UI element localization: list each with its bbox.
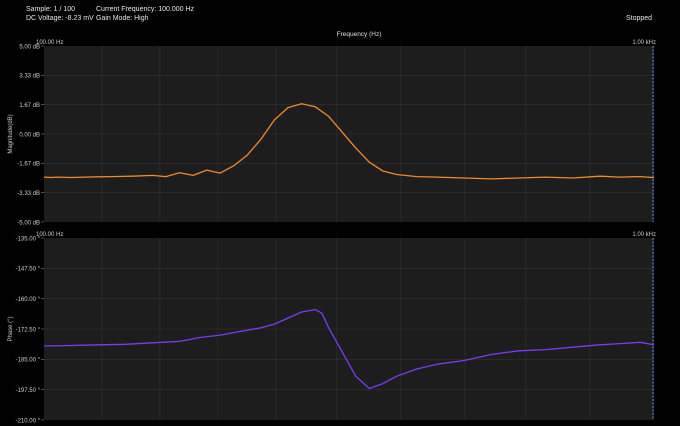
magnitude-y-tick-label: -3.33 dB [17, 191, 40, 197]
phase-y-tick-label: -172.50 ° [16, 327, 41, 333]
magnitude-y-axis-label: Magnitude(dB) [8, 114, 14, 153]
magnitude-y-tick-label: 3.33 dB [19, 74, 40, 80]
phase-y-tick-label: -160.00 ° [16, 297, 41, 303]
bode-plot: 5.00 dB3.33 dB1.67 dB0.00 dB-1.67 dB-3.3… [8, 31, 656, 424]
magnitude-chart[interactable]: 5.00 dB3.33 dB1.67 dB0.00 dB-1.67 dB-3.3… [8, 31, 656, 226]
phase-y-axis-label: Phase (°) [8, 316, 14, 341]
phase-y-tick-label: -147.50 ° [16, 267, 41, 273]
magnitude-y-tick-label: -1.67 dB [17, 162, 40, 168]
magnitude-y-tick-label: -5.00 dB [17, 220, 40, 226]
phase-y-tick-label: -210.00 ° [16, 418, 41, 424]
magnitude-y-tick-label: 1.67 dB [19, 103, 40, 109]
magnitude-chart-title: Frequency (Hz) [337, 31, 382, 38]
magnitude-x-max-label: 1.00 kHz [632, 40, 656, 46]
phase-x-min-label: 100.00 Hz [36, 232, 63, 238]
phase-y-tick-label: -197.50 ° [16, 388, 41, 394]
magnitude-x-min-label: 100.00 Hz [36, 40, 63, 46]
phase-y-tick-label: -185.00 ° [16, 358, 41, 364]
phase-x-max-label: 1.00 kHz [632, 232, 656, 238]
phase-chart[interactable]: -135.00 °-147.50 °-160.00 °-172.50 °-185… [8, 232, 656, 424]
magnitude-y-tick-label: 0.00 dB [19, 132, 40, 138]
